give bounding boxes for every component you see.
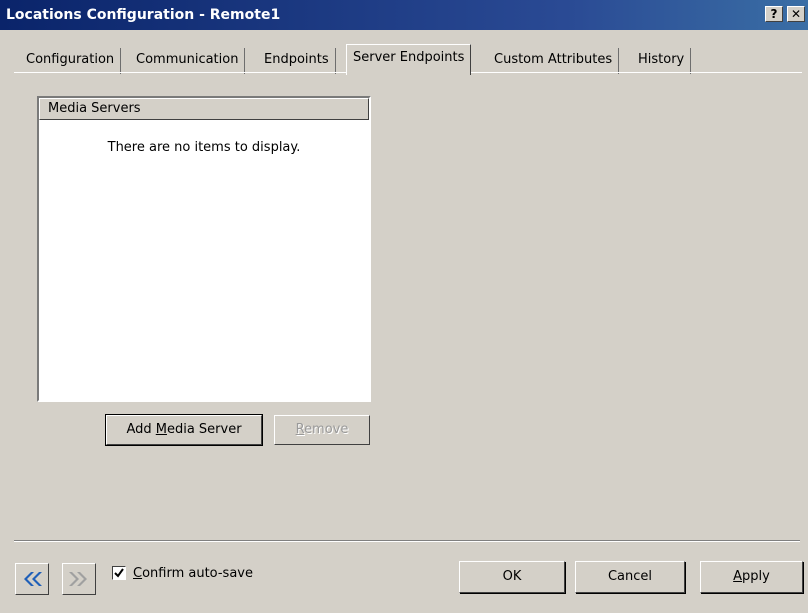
checkmark-icon bbox=[114, 568, 124, 578]
tab-history[interactable]: History bbox=[632, 48, 692, 74]
window-title: Locations Configuration - Remote1 bbox=[6, 7, 281, 23]
close-button[interactable]: ✕ bbox=[787, 6, 805, 22]
media-servers-column-header[interactable]: Media Servers bbox=[39, 98, 369, 120]
tab-communication[interactable]: Communication bbox=[130, 48, 246, 74]
add-media-server-button[interactable]: Add Media Server bbox=[105, 414, 263, 446]
tab-endpoints[interactable]: Endpoints bbox=[258, 48, 336, 74]
tab-strip: Configuration Communication Endpoints Se… bbox=[20, 44, 800, 75]
footer-divider bbox=[14, 540, 800, 542]
apply-button[interactable]: Apply bbox=[700, 561, 803, 593]
next-page-button[interactable] bbox=[62, 563, 96, 595]
empty-list-message: There are no items to display. bbox=[107, 140, 301, 155]
help-button[interactable]: ? bbox=[765, 6, 783, 22]
double-chevron-left-icon bbox=[24, 572, 42, 586]
double-chevron-right-icon bbox=[69, 572, 87, 586]
apply-label-post: pply bbox=[742, 569, 770, 584]
add-media-server-label-pre: Add bbox=[126, 422, 156, 437]
remove-button[interactable]: Remove bbox=[274, 415, 370, 445]
tab-server-endpoints[interactable]: Server Endpoints bbox=[346, 44, 472, 75]
tab-configuration[interactable]: Configuration bbox=[20, 48, 122, 74]
ok-button[interactable]: OK bbox=[459, 561, 565, 593]
apply-mnemonic: A bbox=[733, 569, 743, 584]
add-media-server-mnemonic: M bbox=[155, 422, 167, 437]
add-media-server-label-post: edia Server bbox=[166, 422, 242, 437]
remove-mnemonic: R bbox=[295, 422, 305, 437]
tab-custom-attributes[interactable]: Custom Attributes bbox=[488, 48, 620, 74]
remove-label-post: emove bbox=[304, 422, 349, 437]
confirm-autosave-checkbox[interactable] bbox=[112, 566, 126, 580]
media-servers-list[interactable]: Media Servers There are no items to disp… bbox=[37, 96, 371, 402]
title-bar: Locations Configuration - Remote1 ? ✕ bbox=[0, 0, 808, 30]
confirm-autosave-label[interactable]: Confirm auto-save bbox=[133, 566, 253, 581]
confirm-mnemonic: C bbox=[133, 566, 143, 581]
cancel-button[interactable]: Cancel bbox=[575, 561, 685, 593]
previous-page-button[interactable] bbox=[15, 563, 49, 595]
confirm-label-post: onfirm auto-save bbox=[142, 566, 253, 581]
